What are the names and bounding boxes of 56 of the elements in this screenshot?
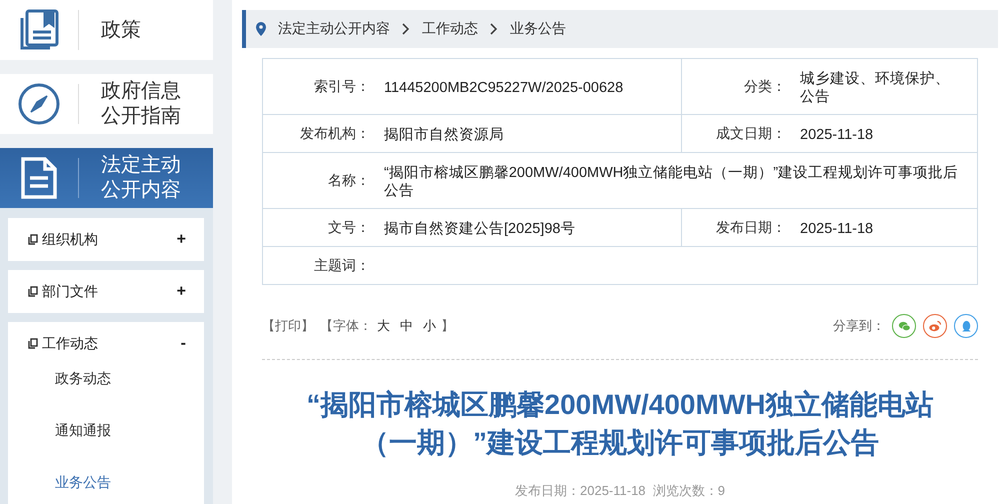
submenu-item[interactable]: 政务动态 bbox=[8, 365, 204, 417]
document-icon bbox=[19, 156, 59, 200]
qq-share-button[interactable] bbox=[954, 314, 978, 338]
print-link[interactable]: 【打印】 bbox=[262, 317, 314, 335]
menu-item[interactable]: 部门文件 bbox=[42, 282, 177, 300]
field-value: 城乡建设、环境保护、公告 bbox=[800, 70, 951, 106]
field-value: 2025-11-18 bbox=[800, 220, 874, 238]
nav-card-label: 法定主动 bbox=[101, 153, 181, 178]
wechat-share-button[interactable] bbox=[892, 314, 916, 338]
eye-logo-icon bbox=[928, 318, 942, 334]
page-icon bbox=[28, 234, 38, 245]
breadcrumb-link[interactable]: 工作动态 bbox=[422, 20, 478, 38]
submenu-item[interactable]: 通知通报 bbox=[8, 417, 204, 469]
chevron-icon bbox=[402, 23, 410, 35]
page-icon bbox=[28, 338, 38, 349]
field-label: 发布机构： bbox=[300, 124, 370, 142]
weibo-share-button[interactable] bbox=[923, 314, 947, 338]
nav-card[interactable]: 政府信息 公开指南 bbox=[0, 74, 213, 134]
location-pin-icon bbox=[256, 22, 266, 36]
field-label: 成文日期： bbox=[716, 124, 786, 142]
nav-card[interactable]: 法定主动 公开内容 bbox=[0, 148, 213, 208]
field-label: 主题词： bbox=[314, 256, 370, 274]
field-label: 发布日期： bbox=[716, 218, 786, 236]
submenu-item[interactable]: 业务公告 bbox=[8, 469, 204, 504]
article-meta: 发布日期：2025-11-18 浏览次数：9 bbox=[514, 482, 726, 500]
field-label: 文号： bbox=[328, 218, 370, 236]
expand-toggle[interactable]: + bbox=[176, 230, 186, 248]
field-value: 2025-11-18 bbox=[800, 126, 874, 144]
article-title: “揭阳市榕城区鹏馨200MW/400MWH独立储能电站（一期）”建设工程规划许可事项批后公告 bbox=[306, 388, 934, 460]
nav-card-label: 公开内容 bbox=[101, 178, 181, 203]
nav-card-label: 政策 bbox=[101, 18, 141, 42]
nav-card[interactable]: 政策 bbox=[0, 0, 213, 60]
breadcrumb-link[interactable]: 业务公告 bbox=[510, 20, 566, 38]
share-label: 分享到： bbox=[833, 317, 885, 335]
field-value: “揭阳市榕城区鹏馨200MW/400MWH独立储能电站（一期）”建设工程规划许可事项批后公告 bbox=[384, 164, 960, 200]
font-size-link[interactable]: 中 bbox=[400, 317, 413, 335]
field-value: 11445200MB2C95227W/2025-00628 bbox=[384, 78, 624, 96]
field-label: 索引号： bbox=[314, 78, 370, 96]
field-value: 揭阳市自然资源局 bbox=[384, 126, 504, 144]
font-size-link[interactable]: 大 bbox=[377, 317, 390, 335]
field-label: 名称： bbox=[328, 172, 370, 190]
nav-card-label: 政府信息 bbox=[101, 79, 181, 104]
field-label: 分类： bbox=[744, 78, 786, 96]
compass-icon bbox=[17, 82, 61, 126]
breadcrumb-link[interactable]: 法定主动公开内容 bbox=[278, 20, 390, 38]
font-size-link[interactable]: 小 bbox=[423, 317, 436, 335]
nav-card-label: 公开指南 bbox=[101, 104, 181, 129]
page-icon bbox=[28, 286, 38, 297]
menu-item[interactable]: 组织机构 bbox=[42, 230, 177, 248]
expand-toggle[interactable]: + bbox=[176, 282, 186, 300]
bracket-text: 】 bbox=[441, 317, 454, 335]
collapse-toggle[interactable]: - bbox=[180, 334, 186, 352]
menu-item[interactable]: 工作动态 bbox=[42, 334, 181, 352]
field-value: 揭市自然资建公告[2025]98号 bbox=[384, 220, 576, 238]
chevron-icon bbox=[490, 23, 498, 35]
font-size-label: 【字体： bbox=[320, 317, 372, 335]
